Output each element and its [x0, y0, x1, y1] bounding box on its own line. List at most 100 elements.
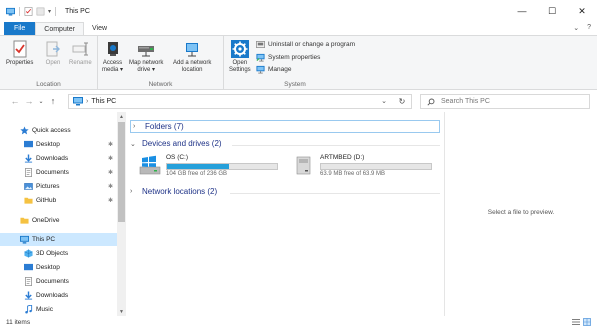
access-media-label-1: Access — [102, 60, 123, 66]
ribbon-group-network: Access media ▾ Map network drive ▾ Add a… — [98, 36, 224, 90]
rename-button[interactable]: Rename — [69, 40, 92, 67]
breadcrumb-this-pc[interactable]: This PC — [91, 98, 116, 105]
large-icons-view-icon[interactable] — [583, 318, 591, 326]
map-drive-label-2: drive ▾ — [137, 67, 156, 73]
open-icon — [46, 41, 60, 57]
nav-item-desktop[interactable]: Desktop ✱ — [0, 138, 117, 151]
drive-c[interactable]: OS (C:) 104 GB free of 236 GB — [139, 154, 278, 177]
recent-locations-button[interactable]: ⌄ — [36, 94, 46, 108]
nav-item-desktop-pc[interactable]: Desktop — [0, 261, 117, 274]
chevron-down-icon[interactable]: ⌄ — [130, 140, 138, 148]
drive-d-info: ARTMBED (D:) 63.9 MB free of 63.9 MB — [320, 154, 432, 177]
forward-button[interactable]: → — [22, 94, 36, 108]
folder-icon — [24, 197, 33, 204]
download-arrow-icon — [24, 154, 33, 163]
qat-customize-icon[interactable]: ▾ — [48, 8, 51, 15]
preview-pane: Select a file to preview. — [444, 112, 597, 316]
map-drive-label-1: Map network — [129, 60, 164, 66]
devices-header-divider — [232, 145, 440, 146]
chevron-right-icon[interactable]: › — [130, 188, 138, 195]
up-button[interactable]: ↑ — [46, 94, 60, 108]
nav-item-music[interactable]: Music — [0, 303, 117, 316]
help-icon[interactable]: ? — [587, 24, 591, 32]
collapse-ribbon-icon[interactable]: ⌄ — [573, 24, 579, 32]
open-button[interactable]: Open — [44, 40, 62, 67]
pin-icon: ✱ — [107, 184, 113, 190]
tab-computer[interactable]: Computer — [35, 22, 85, 35]
quick-access-toolbar: ▾ — [0, 6, 57, 16]
nav-item-documents-pc[interactable]: Documents — [0, 275, 117, 288]
details-view-icon[interactable] — [572, 318, 580, 326]
system-properties-button[interactable]: System properties — [256, 53, 320, 62]
uninstall-program-button[interactable]: Uninstall or change a program — [256, 40, 355, 49]
open-label: Open — [45, 60, 61, 66]
minimize-button[interactable]: — — [507, 0, 537, 22]
tab-view[interactable]: View — [84, 22, 115, 35]
nav-item-github[interactable]: GitHub ✱ — [0, 194, 117, 207]
navigation-scrollbar[interactable]: ▲ ▼ — [117, 112, 126, 316]
drive-d[interactable]: ARTMBED (D:) 63.9 MB free of 63.9 MB — [293, 154, 432, 177]
address-row: ← → ⌄ ↑ › This PC ⌄ ↻ Search This PC — [0, 90, 597, 112]
map-network-drive-button[interactable]: Map network drive ▾ — [129, 40, 163, 74]
network-header-label: Network locations (2) — [142, 187, 218, 196]
ribbon-tabs: File Computer View ⌄ ? — [0, 22, 597, 35]
nav-item-downloads[interactable]: Downloads ✱ — [0, 152, 117, 165]
rename-icon — [72, 42, 89, 56]
address-dropdown-icon[interactable]: ⌄ — [381, 97, 387, 105]
tab-file[interactable]: File — [4, 22, 36, 35]
address-bar[interactable]: › This PC ⌄ — [68, 94, 412, 109]
network-drive-icon — [138, 46, 155, 57]
new-folder-icon[interactable] — [36, 7, 45, 16]
back-button[interactable]: ← — [8, 94, 22, 108]
view-buttons — [572, 318, 591, 326]
pin-icon: ✱ — [107, 198, 113, 204]
nav-label: Pictures — [36, 183, 60, 190]
drive-usage-bar — [166, 163, 278, 170]
open-settings-button[interactable]: Open Settings — [229, 40, 251, 74]
computer-management-icon — [256, 65, 265, 74]
properties-button[interactable]: Properties — [6, 40, 33, 67]
scrollbar-thumb[interactable] — [118, 122, 125, 222]
pictures-icon — [24, 183, 33, 190]
nav-item-quick-access[interactable]: Quick access — [0, 124, 117, 137]
nav-item-downloads-pc[interactable]: Downloads — [0, 289, 117, 302]
nav-label: Quick access — [32, 127, 71, 134]
scroll-up-icon[interactable]: ▲ — [117, 112, 126, 121]
nav-item-documents[interactable]: Documents ✱ — [0, 166, 117, 179]
access-media-button[interactable]: Access media ▾ — [102, 40, 123, 74]
network-group-header[interactable]: › Network locations (2) — [130, 187, 217, 196]
maximize-button[interactable]: ☐ — [537, 0, 567, 22]
drive-name: OS (C:) — [166, 154, 189, 161]
star-icon — [20, 126, 29, 135]
scroll-down-icon[interactable]: ▼ — [117, 307, 126, 316]
windows-drive-icon — [139, 155, 161, 175]
properties-icon[interactable] — [24, 6, 33, 16]
nav-label: 3D Objects — [36, 250, 69, 257]
devices-group-header[interactable]: ⌄ Devices and drives (2) — [130, 139, 222, 148]
chevron-right-icon[interactable]: › — [133, 123, 141, 130]
nav-item-onedrive[interactable]: OneDrive — [0, 214, 117, 227]
nav-item-pictures[interactable]: Pictures ✱ — [0, 180, 117, 193]
nav-item-this-pc[interactable]: This PC — [0, 233, 117, 246]
nav-item-3d-objects[interactable]: 3D Objects — [0, 247, 117, 260]
nav-label: Documents — [36, 278, 69, 285]
nav-label: This PC — [32, 236, 56, 243]
folders-group-header[interactable]: › Folders (7) — [130, 120, 440, 133]
nav-label: Downloads — [36, 155, 69, 162]
search-box[interactable]: Search This PC — [420, 94, 590, 109]
network-location-icon — [186, 43, 199, 57]
explorer-window-icon — [6, 7, 15, 16]
refresh-button[interactable]: ↻ — [394, 94, 410, 109]
qat-separator — [19, 6, 20, 16]
add-network-location-button[interactable]: Add a network location — [173, 40, 211, 74]
manage-button[interactable]: Manage — [256, 65, 292, 74]
close-button[interactable]: ✕ — [567, 0, 597, 22]
breadcrumb-chevron-icon[interactable]: › — [86, 98, 88, 105]
drive-free-space: 104 GB free of 236 GB — [166, 171, 228, 177]
system-properties-icon — [256, 53, 265, 62]
search-placeholder: Search This PC — [441, 98, 490, 105]
nav-label: OneDrive — [32, 217, 60, 224]
open-settings-label-1: Open — [232, 60, 248, 66]
add-location-label-2: location — [181, 67, 203, 73]
access-media-icon — [107, 42, 118, 56]
